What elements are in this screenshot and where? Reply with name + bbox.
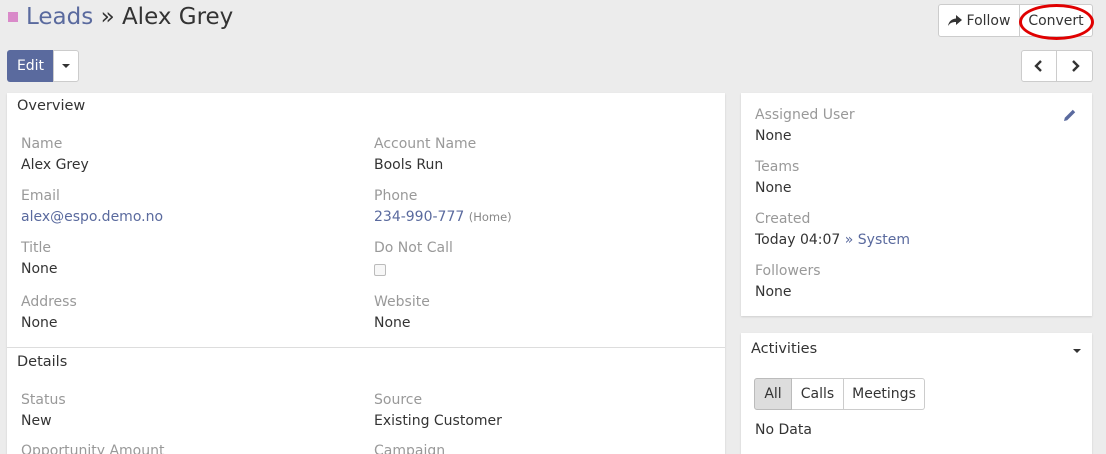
more-actions-dropdown[interactable]	[53, 50, 79, 82]
opportunity-amount-label: Opportunity Amount	[21, 443, 165, 454]
name-value: Alex Grey	[21, 157, 89, 173]
account-name-label: Account Name	[374, 136, 477, 152]
name-label: Name	[21, 136, 63, 152]
address-value: None	[21, 315, 58, 331]
phone-label: Phone	[374, 188, 418, 204]
chevron-left-icon	[1034, 60, 1042, 72]
campaign-label: Campaign	[374, 443, 446, 454]
assigned-user-value: None	[755, 128, 792, 144]
address-label: Address	[21, 294, 77, 310]
teams-label: Teams	[755, 159, 800, 175]
pencil-icon[interactable]	[1063, 108, 1077, 122]
breadcrumb-separator: »	[100, 4, 115, 30]
followers-value: None	[755, 284, 792, 300]
source-label: Source	[374, 392, 423, 408]
website-value: None	[374, 315, 411, 331]
title-value: None	[21, 261, 58, 277]
scope-color-icon	[8, 12, 18, 22]
title-label: Title	[21, 240, 52, 256]
email-link[interactable]: alex@espo.demo.no	[21, 209, 163, 225]
next-record-button[interactable]	[1057, 50, 1093, 82]
follow-button[interactable]: Follow	[938, 4, 1020, 37]
account-name-value: Bools Run	[374, 157, 444, 173]
activities-tab-meetings[interactable]: Meetings	[844, 378, 925, 410]
source-value: Existing Customer	[374, 413, 502, 429]
do-not-call-checkbox	[374, 264, 386, 276]
created-value: Today 04:07 » System	[755, 232, 910, 248]
page-title: Leads » Alex Grey	[26, 2, 233, 32]
activities-tab-calls[interactable]: Calls	[792, 378, 844, 410]
do-not-call-label: Do Not Call	[374, 240, 453, 256]
edit-button[interactable]: Edit	[7, 50, 54, 82]
created-label: Created	[755, 211, 811, 227]
status-label: Status	[21, 392, 66, 408]
caret-down-icon	[62, 64, 70, 68]
activities-empty-text: No Data	[755, 422, 812, 438]
phone-link[interactable]: 234-990-777	[374, 209, 464, 225]
assigned-user-label: Assigned User	[755, 107, 855, 123]
created-separator: »	[844, 232, 854, 248]
followers-label: Followers	[755, 263, 821, 279]
main-record-panel: Overview Name Alex Grey Account Name Boo…	[7, 93, 725, 454]
phone-type: (Home)	[468, 210, 512, 224]
convert-button[interactable]: Convert	[1019, 4, 1094, 40]
website-label: Website	[374, 294, 430, 310]
share-arrow-icon	[947, 14, 962, 26]
teams-value: None	[755, 180, 792, 196]
activities-tabs: All Calls Meetings	[754, 378, 925, 410]
details-panel-title: Details	[17, 354, 68, 370]
created-by-link[interactable]: System	[858, 232, 910, 248]
record-navigation	[1021, 50, 1093, 82]
header-actions: Follow Convert	[938, 4, 1094, 40]
email-label: Email	[21, 188, 60, 204]
convert-label: Convert	[1028, 12, 1084, 29]
breadcrumb-leads[interactable]: Leads	[26, 4, 93, 30]
chevron-right-icon	[1071, 60, 1080, 72]
activities-dropdown-caret-icon[interactable]	[1073, 349, 1081, 353]
record-name: Alex Grey	[121, 4, 234, 30]
activities-tab-all[interactable]: All	[754, 378, 792, 410]
follow-label: Follow	[966, 12, 1011, 29]
page-header: Leads » Alex Grey Follow Convert	[0, 0, 1106, 44]
status-value: New	[21, 413, 52, 429]
previous-record-button[interactable]	[1021, 50, 1057, 82]
activities-panel-title: Activities	[751, 341, 818, 357]
created-time: Today 04:07	[755, 232, 841, 248]
phone-value: 234-990-777 (Home)	[374, 209, 512, 225]
panel-divider	[7, 347, 725, 348]
overview-panel-title: Overview	[17, 98, 86, 114]
side-panel: Assigned User None Teams None Created To…	[741, 93, 1092, 316]
